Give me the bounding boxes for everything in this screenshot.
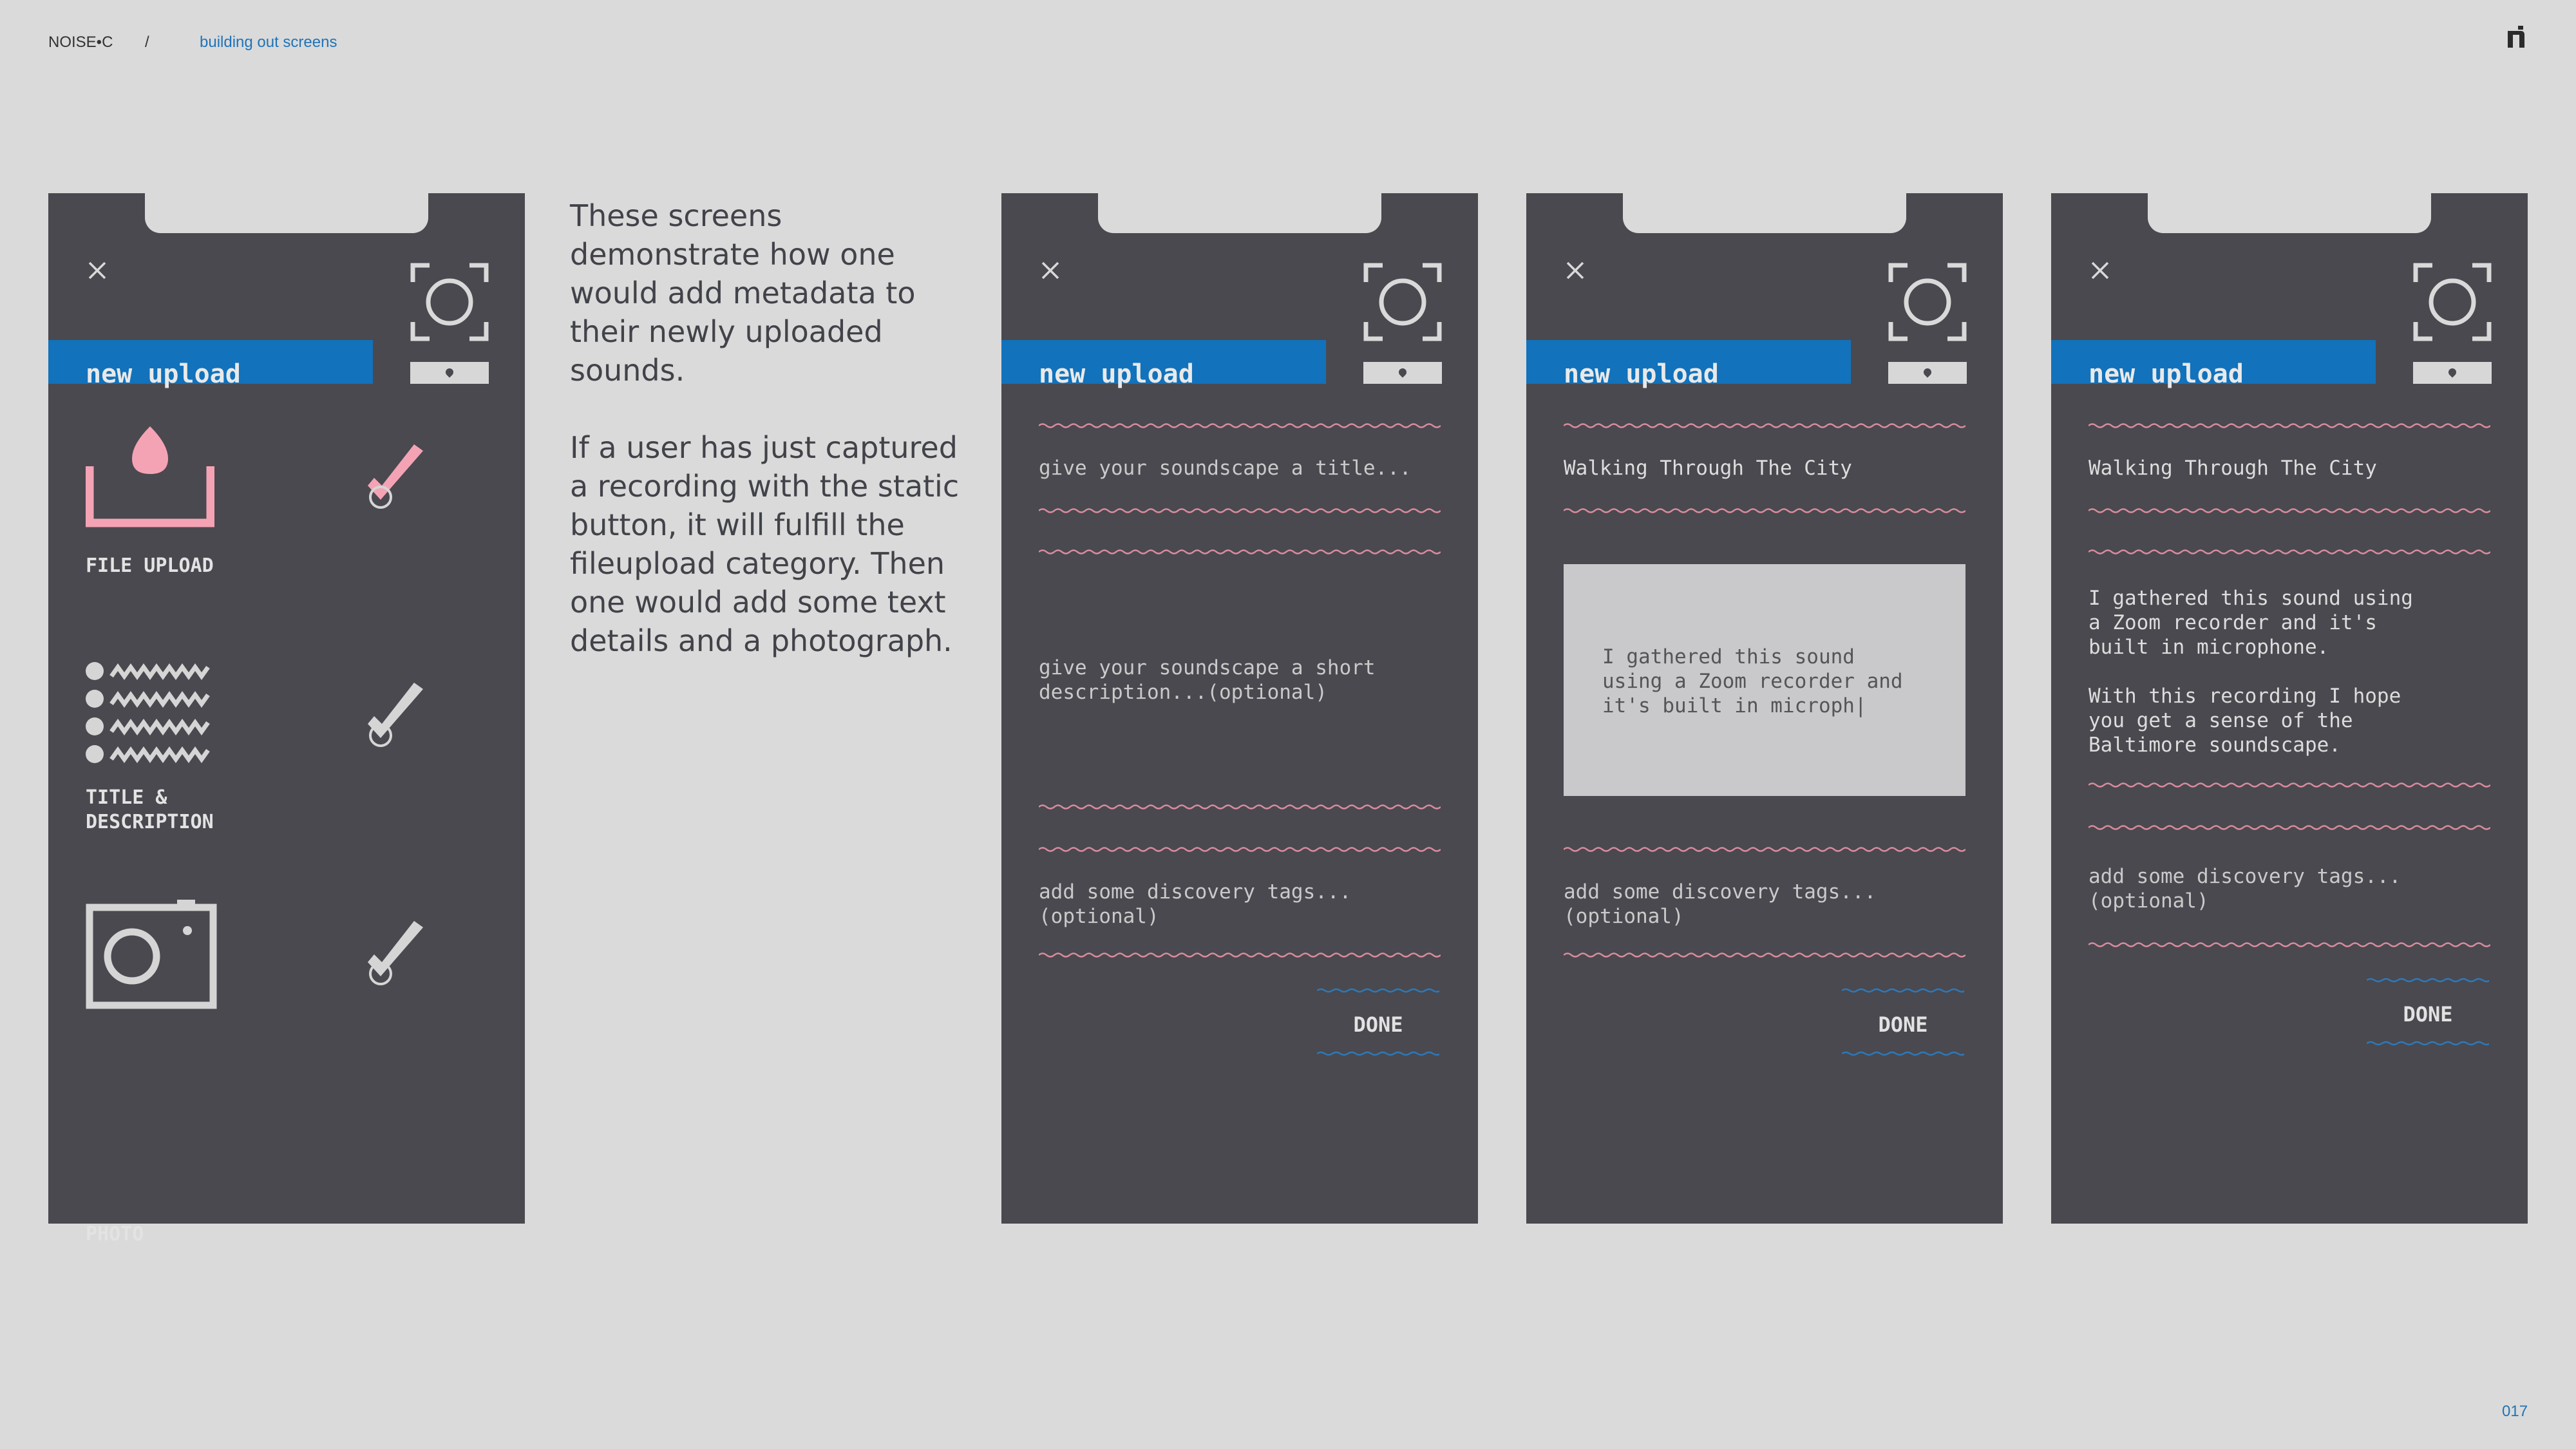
record-pill-button[interactable] — [1363, 362, 1442, 384]
page-number: 017 — [2502, 1403, 2528, 1420]
intro-text: These screens demonstrate how one would … — [570, 196, 963, 699]
divider — [1564, 506, 1965, 515]
divider — [2088, 547, 2490, 556]
divider — [2088, 421, 2490, 430]
camera-focus-icon[interactable] — [1888, 263, 1967, 341]
divider — [2088, 781, 2490, 790]
intro-paragraph: If a user has just captured a recording … — [570, 430, 960, 658]
phone-screen-metadata-empty: new upload give your soundscape a title.… — [1001, 193, 1478, 1224]
divider — [1039, 845, 1441, 854]
checkmark-icon — [351, 676, 435, 753]
divider — [1039, 421, 1441, 430]
tags-input[interactable]: add some discovery tags... (optional) — [1564, 880, 1876, 929]
done-label: DONE — [1353, 1012, 1403, 1037]
done-label: DONE — [1878, 1012, 1928, 1037]
screen-title: new upload — [86, 359, 241, 389]
brand-name: NOISE•C — [48, 33, 113, 51]
screen-title: new upload — [1564, 359, 1719, 389]
done-button[interactable]: DONE — [2367, 976, 2489, 1047]
close-icon[interactable] — [2087, 258, 2113, 283]
title-description-icon[interactable] — [86, 662, 218, 769]
record-pill-button[interactable] — [410, 362, 489, 384]
divider — [1039, 802, 1441, 811]
photo-icon[interactable] — [86, 898, 217, 1009]
camera-focus-icon[interactable] — [2413, 263, 2492, 341]
divider — [1039, 547, 1441, 556]
divider — [1564, 845, 1965, 854]
file-upload-icon[interactable] — [86, 426, 214, 529]
divider — [1564, 421, 1965, 430]
phone-screen-upload-menu: new upload FILE UPLOAD TITLE & DESCRIPTI… — [48, 193, 525, 1245]
checkmark-icon — [351, 914, 435, 992]
description-textarea[interactable]: I gathered this sound using a Zoom recor… — [1564, 564, 1965, 796]
menu-item-file-upload-label[interactable]: FILE UPLOAD — [86, 554, 214, 578]
description-text: I gathered this sound using a Zoom recor… — [1602, 645, 1903, 717]
title-input[interactable]: Walking Through The City — [2088, 456, 2377, 480]
divider — [2088, 506, 2490, 515]
phone-screen-metadata-typing: new upload Walking Through The City I ga… — [1526, 193, 2003, 1224]
breadcrumb-separator: / — [145, 33, 149, 51]
breadcrumb: NOISE•C / building out screens — [48, 33, 337, 52]
done-label: DONE — [2403, 1002, 2453, 1027]
menu-item-title-description-label[interactable]: TITLE & DESCRIPTION — [86, 786, 214, 835]
screen-title: new upload — [2088, 359, 2244, 389]
record-pill-button[interactable] — [1888, 362, 1967, 384]
description-paragraph[interactable]: With this recording I hope you get a sen… — [2088, 684, 2401, 757]
phone-notch — [1098, 193, 1381, 233]
record-pill-button[interactable] — [2413, 362, 2492, 384]
tags-input[interactable]: add some discovery tags... (optional) — [2088, 864, 2401, 913]
tags-input[interactable]: add some discovery tags... (optional) — [1039, 880, 1351, 929]
done-button[interactable]: DONE — [1842, 987, 1964, 1057]
camera-focus-icon[interactable] — [1363, 263, 1442, 341]
phone-notch — [2148, 193, 2431, 233]
phone-screen-metadata-filled: new upload Walking Through The City I ga… — [2051, 193, 2528, 1224]
intro-paragraph: These screens demonstrate how one would … — [570, 198, 916, 388]
divider — [1564, 951, 1965, 960]
divider — [2088, 940, 2490, 949]
description-paragraph[interactable]: I gathered this sound using a Zoom recor… — [2088, 586, 2413, 659]
phone-notch — [1623, 193, 1906, 233]
title-input[interactable]: give your soundscape a title... — [1039, 456, 1412, 480]
done-button[interactable]: DONE — [1317, 987, 1439, 1057]
divider — [2088, 823, 2490, 832]
description-input[interactable]: give your soundscape a short description… — [1039, 656, 1376, 705]
divider — [1039, 506, 1441, 515]
breadcrumb-current[interactable]: building out screens — [200, 33, 337, 52]
screen-title: new upload — [1039, 359, 1194, 389]
menu-item-photo-label[interactable]: PHOTO — [86, 1222, 144, 1247]
checkmark-icon — [351, 438, 435, 515]
camera-focus-icon[interactable] — [410, 263, 489, 341]
logo-icon — [2508, 26, 2524, 48]
close-icon[interactable] — [84, 258, 110, 283]
close-icon[interactable] — [1037, 258, 1063, 283]
title-input[interactable]: Walking Through The City — [1564, 456, 1852, 480]
divider — [1039, 951, 1441, 960]
close-icon[interactable] — [1562, 258, 1588, 283]
phone-notch — [145, 193, 428, 233]
